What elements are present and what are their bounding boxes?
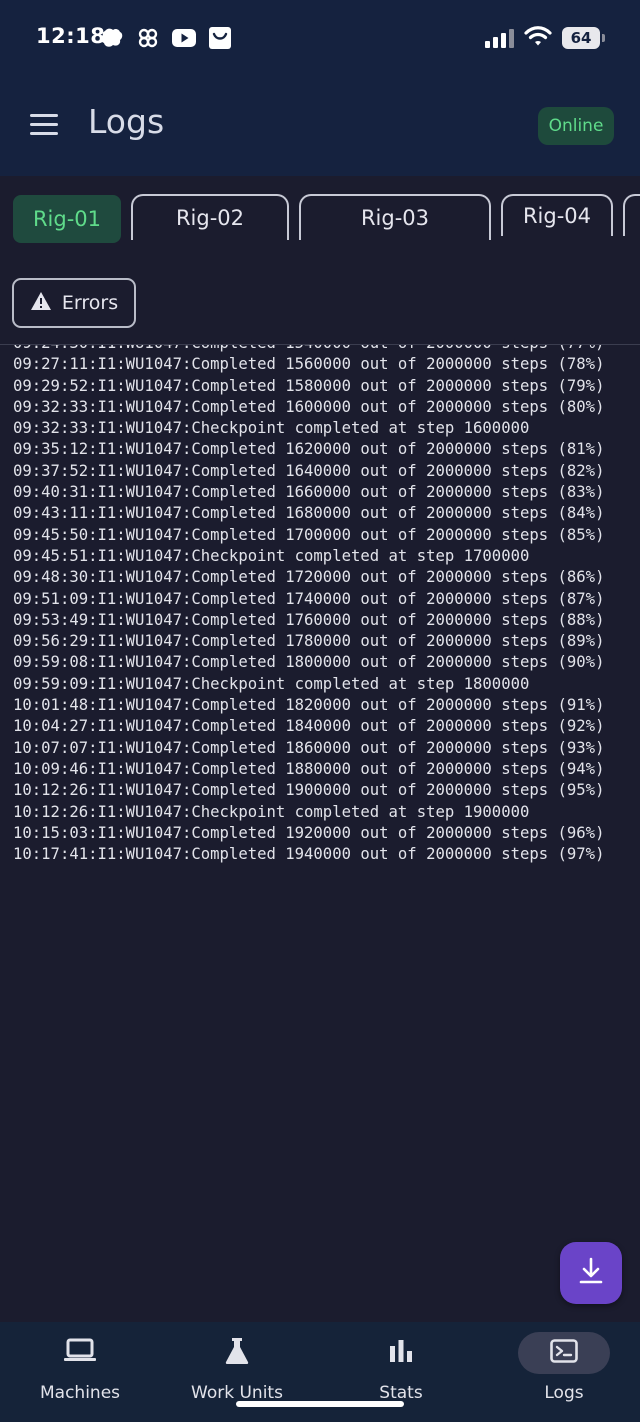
wifi-icon (524, 25, 552, 51)
log-view[interactable]: 09:24:30:I1:WU1047:Completed 1540000 out… (0, 345, 640, 1322)
menu-icon[interactable] (30, 114, 58, 136)
log-line: 10:12:26:I1:WU1047:Completed 1900000 out… (13, 781, 605, 800)
terminal-icon (550, 1339, 578, 1367)
machine-tab-overflow[interactable] (623, 194, 640, 236)
log-line: 09:45:50:I1:WU1047:Completed 1700000 out… (13, 525, 605, 544)
log-line: 09:27:11:I1:WU1047:Completed 1560000 out… (13, 355, 605, 374)
nav-label: Stats (379, 1383, 423, 1403)
status-right: 64 (485, 25, 605, 51)
status-badge: Online (538, 107, 614, 145)
cloud-app-icon (100, 27, 124, 49)
download-arrow-icon (578, 1257, 604, 1289)
filter-row: Errors (0, 264, 640, 345)
machine-tab-rig-04[interactable]: Rig-04 (501, 194, 613, 236)
nav-machines[interactable]: Machines (0, 1322, 160, 1422)
machine-tab-rig-02[interactable]: Rig-02 (131, 194, 289, 240)
log-lines: 09:24:30:I1:WU1047:Completed 1540000 out… (13, 345, 613, 865)
log-line: 10:17:41:I1:WU1047:Completed 1940000 out… (13, 845, 605, 864)
log-line: 09:51:09:I1:WU1047:Completed 1740000 out… (13, 589, 605, 608)
youtube-icon (172, 29, 196, 47)
nav-work-units[interactable]: Work Units (157, 1322, 317, 1422)
signal-icon (485, 28, 514, 48)
nav-label: Machines (39, 1383, 121, 1403)
errors-chip-label: Errors (61, 292, 119, 314)
nav-logs[interactable]: Logs (484, 1322, 640, 1422)
log-line: 09:24:30:I1:WU1047:Completed 1540000 out… (13, 345, 613, 354)
log-line: 09:48:30:I1:WU1047:Completed 1720000 out… (13, 568, 605, 587)
log-line: 10:01:48:I1:WU1047:Completed 1820000 out… (13, 696, 605, 715)
log-line: 09:59:08:I1:WU1047:Completed 1800000 out… (13, 653, 605, 672)
log-line: 09:29:52:I1:WU1047:Completed 1580000 out… (13, 376, 605, 395)
machine-tab-rig-01[interactable]: Rig-01 (13, 195, 121, 243)
bar-chart-icon (388, 1339, 414, 1367)
log-line: 09:56:29:I1:WU1047:Completed 1780000 out… (13, 632, 605, 651)
log-line: 10:04:27:I1:WU1047:Completed 1840000 out… (13, 717, 605, 736)
nav-label: Work Units (191, 1383, 283, 1403)
machine-tab-rig-03[interactable]: Rig-03 (299, 194, 491, 240)
log-line: 10:12:26:I1:WU1047:Checkpoint completed … (13, 802, 530, 821)
status-app-icons (100, 26, 232, 50)
nav-stats[interactable]: Stats (321, 1322, 481, 1422)
status-time: 12:18 (36, 24, 106, 48)
inbox-app-icon (208, 26, 232, 50)
log-line: 09:59:09:I1:WU1047:Checkpoint completed … (13, 674, 530, 693)
bottom-navigation: Machines Work Units Stats Logs (0, 1322, 640, 1422)
laptop-icon (63, 1338, 97, 1368)
app-bar: Logs Online (0, 80, 640, 176)
errors-filter-chip[interactable]: Errors (12, 278, 136, 328)
home-indicator (236, 1401, 404, 1407)
log-line: 09:32:33:I1:WU1047:Checkpoint completed … (13, 419, 530, 438)
battery-level: 64 (570, 29, 592, 47)
nav-label: Logs (544, 1383, 584, 1403)
machine-tabs: Rig-01 Rig-02 Rig-03 Rig-04 (0, 176, 640, 264)
status-bar: 12:18 64 (0, 0, 640, 80)
log-line: 09:43:11:I1:WU1047:Completed 1680000 out… (13, 504, 605, 523)
log-line: 09:53:49:I1:WU1047:Completed 1760000 out… (13, 610, 605, 629)
log-line: 10:07:07:I1:WU1047:Completed 1860000 out… (13, 738, 605, 757)
scroll-to-bottom-button[interactable] (560, 1242, 622, 1304)
log-line: 09:37:52:I1:WU1047:Completed 1640000 out… (13, 461, 605, 480)
log-line: 09:40:31:I1:WU1047:Completed 1660000 out… (13, 483, 605, 502)
flask-icon (224, 1337, 250, 1369)
log-line: 10:09:46:I1:WU1047:Completed 1880000 out… (13, 759, 605, 778)
page-title: Logs (88, 102, 165, 141)
log-line: 09:45:51:I1:WU1047:Checkpoint completed … (13, 546, 530, 565)
log-line: 09:32:33:I1:WU1047:Completed 1600000 out… (13, 397, 605, 416)
log-line: 10:15:03:I1:WU1047:Completed 1920000 out… (13, 823, 605, 842)
log-line: 09:35:12:I1:WU1047:Completed 1620000 out… (13, 440, 605, 459)
warning-icon (30, 291, 52, 316)
battery-icon: 64 (562, 27, 605, 49)
pinwheel-app-icon (136, 26, 160, 50)
